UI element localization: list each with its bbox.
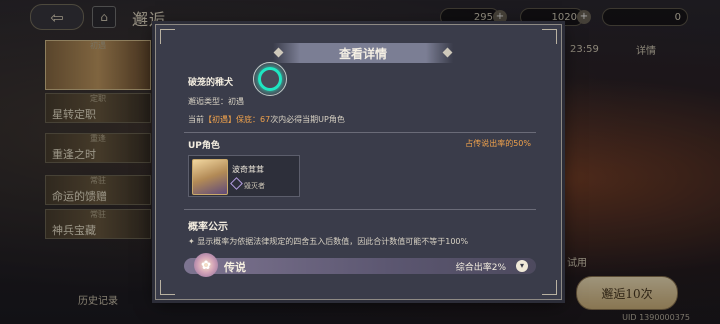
- chevron-down-icon[interactable]: ▾: [516, 260, 528, 272]
- modal-title-bar: 查看详情: [273, 43, 453, 63]
- legend-flower-icon: ✿: [194, 253, 218, 277]
- corner-ornament: [160, 29, 175, 44]
- character-portrait: [192, 159, 228, 195]
- pool-type: 邂逅类型：初遇: [188, 97, 244, 106]
- details-modal: 查看详情 破笼的稚犬 邂逅类型：初遇 当前【初遇】保底：67次内必得当期UP角色…: [155, 24, 562, 300]
- divider: [184, 209, 536, 210]
- diamond-icon: [273, 47, 284, 58]
- corner-ornament: [542, 29, 557, 44]
- pity-prefix: 当前: [188, 115, 204, 124]
- rarity-row-legend[interactable]: ✿ 传说 综合出率2% ▾: [184, 253, 536, 277]
- pity-suffix: 次内必得当期UP角色: [270, 115, 345, 124]
- probability-note: ✦ 显示概率为依据法律规定的四舍五入后数值，因此合计数值可能不等于100%: [188, 237, 469, 246]
- pity-bracket: 【初遇】保底：: [204, 115, 260, 124]
- pool-name: 破笼的稚犬: [188, 78, 234, 88]
- rarity-rate: 综合出率2%: [455, 263, 506, 273]
- loading-ring-icon: [253, 62, 287, 96]
- up-rate-text: 占传说出率的50%: [465, 139, 531, 148]
- pity-text: 当前【初遇】保底：67次内必得当期UP角色: [188, 114, 345, 125]
- destroyer-class-icon: [230, 177, 243, 190]
- corner-ornament: [160, 280, 175, 295]
- corner-ornament: [542, 280, 557, 295]
- modal-title: 查看详情: [338, 46, 387, 61]
- character-class: 毁灭者: [244, 182, 265, 190]
- rarity-label: 传说: [224, 261, 246, 274]
- diamond-icon: [442, 47, 453, 58]
- character-name: 波奇茸茸: [232, 165, 264, 174]
- probability-title: 概率公示: [188, 222, 228, 233]
- pity-count: 67: [260, 115, 271, 124]
- divider: [184, 132, 536, 133]
- up-section-title: UP角色: [188, 141, 220, 151]
- up-character-card[interactable]: 波奇茸茸 毁灭者: [188, 155, 300, 197]
